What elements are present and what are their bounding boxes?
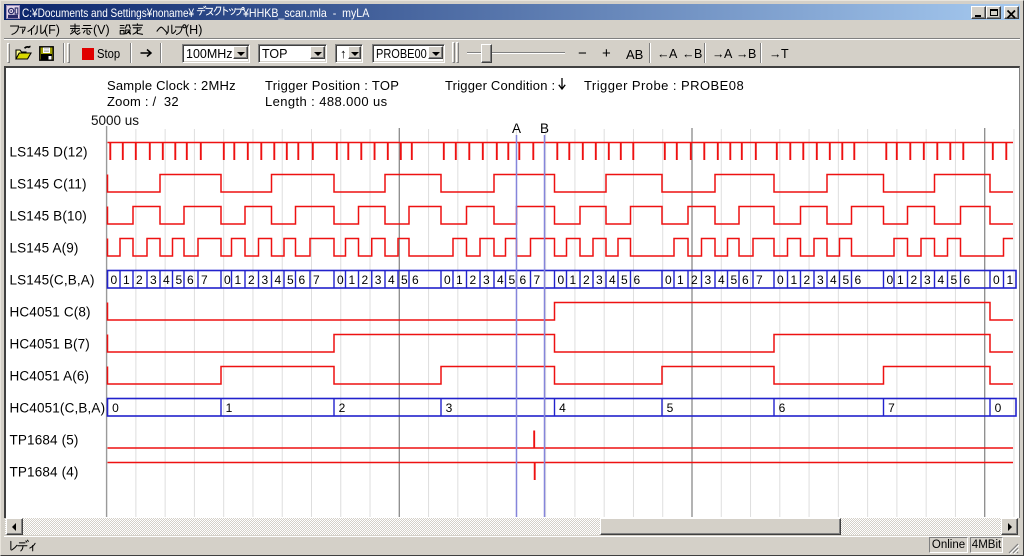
- svg-text:7: 7: [756, 273, 763, 287]
- svg-text:1: 1: [456, 273, 463, 287]
- svg-text:4: 4: [274, 273, 281, 287]
- svg-text:5: 5: [175, 273, 182, 287]
- svg-text:1: 1: [348, 273, 355, 287]
- svg-text:4: 4: [388, 273, 395, 287]
- svg-text:2: 2: [469, 273, 476, 287]
- svg-text:6: 6: [298, 273, 305, 287]
- svg-text:3: 3: [596, 273, 603, 287]
- svg-text:A: A: [512, 121, 521, 136]
- svg-text:1: 1: [897, 273, 904, 287]
- svg-text:1: 1: [123, 273, 130, 287]
- svg-text:2: 2: [136, 273, 143, 287]
- svg-text:2: 2: [339, 401, 346, 415]
- svg-text:3: 3: [446, 401, 453, 415]
- svg-text:0: 0: [224, 273, 231, 287]
- svg-text:0: 0: [993, 273, 1000, 287]
- svg-text:5: 5: [401, 273, 408, 287]
- svg-text:4: 4: [163, 273, 170, 287]
- svg-text:2: 2: [691, 273, 698, 287]
- svg-text:5000 us: 5000 us: [91, 113, 139, 128]
- svg-text:2: 2: [583, 273, 590, 287]
- svg-text:(H): (H): [185, 23, 202, 37]
- svg-text:3: 3: [704, 273, 711, 287]
- svg-text:1: 1: [790, 273, 797, 287]
- svg-text:2: 2: [248, 273, 255, 287]
- svg-text:0: 0: [444, 273, 451, 287]
- svg-text:4: 4: [609, 273, 616, 287]
- svg-text:(V): (V): [93, 23, 110, 37]
- svg-text:2: 2: [803, 273, 810, 287]
- svg-text:3: 3: [817, 273, 824, 287]
- svg-text:0: 0: [886, 273, 893, 287]
- svg-text:5: 5: [730, 273, 737, 287]
- svg-text:6: 6: [412, 273, 419, 287]
- svg-text:1: 1: [1006, 273, 1013, 287]
- svg-text:4: 4: [497, 273, 504, 287]
- svg-text:0: 0: [557, 273, 564, 287]
- svg-text:4: 4: [830, 273, 837, 287]
- svg-text:0: 0: [337, 273, 344, 287]
- svg-text:5: 5: [950, 273, 957, 287]
- svg-text:5: 5: [842, 273, 849, 287]
- svg-text:3: 3: [261, 273, 268, 287]
- svg-text:5: 5: [287, 273, 294, 287]
- svg-text:6: 6: [854, 273, 861, 287]
- svg-text:1: 1: [226, 401, 233, 415]
- svg-text:2: 2: [910, 273, 917, 287]
- svg-text:0: 0: [995, 401, 1002, 415]
- svg-text:4: 4: [718, 273, 725, 287]
- svg-text:6: 6: [187, 273, 194, 287]
- svg-text:3: 3: [150, 273, 157, 287]
- svg-text:4: 4: [559, 401, 566, 415]
- svg-text:6: 6: [742, 273, 749, 287]
- svg-text:7: 7: [888, 401, 895, 415]
- svg-text:0: 0: [777, 273, 784, 287]
- svg-text:1: 1: [569, 273, 576, 287]
- svg-text:1: 1: [677, 273, 684, 287]
- svg-text:5: 5: [621, 273, 628, 287]
- svg-text:6: 6: [779, 401, 786, 415]
- svg-text:2: 2: [361, 273, 368, 287]
- svg-text:6: 6: [519, 273, 526, 287]
- svg-text:7: 7: [201, 273, 208, 287]
- svg-text:3: 3: [483, 273, 490, 287]
- svg-text:1: 1: [234, 273, 241, 287]
- svg-text:0: 0: [665, 273, 672, 287]
- svg-text:B: B: [540, 121, 549, 136]
- svg-text:3: 3: [375, 273, 382, 287]
- svg-text:7: 7: [313, 273, 320, 287]
- svg-text:3: 3: [924, 273, 931, 287]
- svg-text:0: 0: [112, 401, 119, 415]
- svg-text:4: 4: [937, 273, 944, 287]
- svg-text:0: 0: [110, 273, 117, 287]
- svg-text:5: 5: [508, 273, 515, 287]
- svg-text:6: 6: [633, 273, 640, 287]
- svg-text:6: 6: [963, 273, 970, 287]
- svg-text:7: 7: [533, 273, 540, 287]
- svg-text:5: 5: [667, 401, 674, 415]
